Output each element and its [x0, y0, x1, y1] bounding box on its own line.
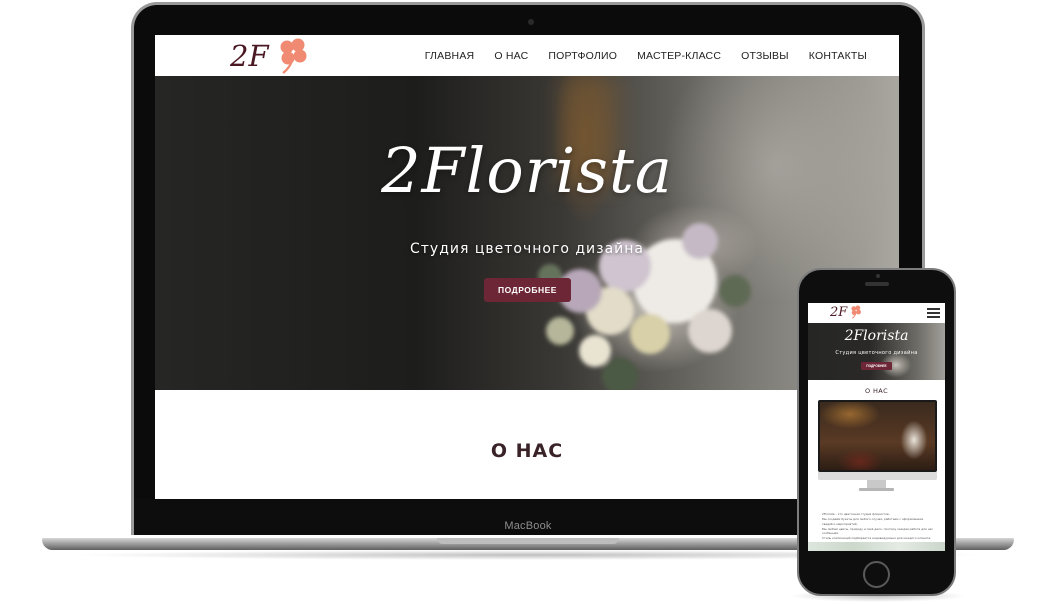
- mobile-logo-text[interactable]: 2F: [830, 304, 847, 322]
- mobile-hero-subtitle: Студия цветочного дизайна: [835, 350, 918, 356]
- nav-about[interactable]: О НАС: [494, 50, 528, 62]
- main-nav: ГЛАВНАЯ О НАС ПОРТФОЛИО МАСТЕР-КЛАСС ОТЗ…: [425, 35, 867, 76]
- monitor-chin: [818, 472, 937, 480]
- wedding-photo: [820, 402, 935, 470]
- desktop-site: 2F ГЛАВНАЯ О НАС ПОРТФОЛИО МАСТЕР-КЛАСС …: [155, 35, 899, 499]
- mobile-about-monitor-image: [818, 400, 937, 472]
- about-text-line: Мы любим цветы, природу и своё дело, поэ…: [822, 526, 933, 536]
- about-text-line: 2Florista – это цветочная студия флорист…: [822, 512, 890, 516]
- more-button[interactable]: ПОДРОБНЕЕ: [484, 278, 571, 302]
- hero-banner: 2Florista Студия цветочного дизайна ПОДР…: [155, 76, 899, 390]
- phone-shadow: [790, 590, 966, 602]
- nav-contacts[interactable]: КОНТАКТЫ: [809, 50, 867, 62]
- mobile-footer-image: [808, 542, 945, 551]
- hero-title: 2Florista: [381, 134, 673, 207]
- mobile-site: 2F 2Florista Студия цветочного дизайна П…: [808, 303, 945, 551]
- mobile-hero-title: 2Florista: [844, 328, 909, 344]
- phone-camera: [876, 274, 880, 278]
- mobile-more-button[interactable]: ПОДРОБНЕЕ: [861, 362, 892, 370]
- nav-portfolio[interactable]: ПОРТФОЛИО: [548, 50, 617, 62]
- phone-home-button: [863, 561, 890, 588]
- hero-subtitle: Студия цветочного дизайна: [410, 241, 644, 257]
- about-heading: О НАС: [490, 440, 564, 462]
- logo-text: 2F: [230, 39, 269, 73]
- mobile-hero-banner: 2Florista Студия цветочного дизайна ПОДР…: [808, 323, 945, 380]
- nav-master-class[interactable]: МАСТЕР-КЛАСС: [637, 50, 721, 62]
- nav-home[interactable]: ГЛАВНАЯ: [425, 50, 475, 62]
- about-text-line: Стиль композиций подбирается индивидуаль…: [822, 536, 932, 541]
- about-text-line: Мы создаём букеты для любого случая, раб…: [822, 517, 924, 526]
- nav-reviews[interactable]: ОТЗЫВЫ: [741, 50, 789, 62]
- mobile-about-heading: О НАС: [864, 387, 889, 395]
- site-header: 2F ГЛАВНАЯ О НАС ПОРТФОЛИО МАСТЕР-КЛАСС …: [155, 35, 899, 76]
- phone-speaker: [865, 282, 889, 286]
- clover-icon: [280, 38, 307, 74]
- monitor-foot: [859, 488, 894, 491]
- hamburger-icon[interactable]: [927, 308, 940, 318]
- hero-bouquet-image: [538, 76, 751, 390]
- laptop-camera: [528, 19, 534, 25]
- mobile-header: 2F: [808, 303, 945, 323]
- clover-icon: [851, 305, 861, 319]
- laptop-notch: [437, 538, 619, 544]
